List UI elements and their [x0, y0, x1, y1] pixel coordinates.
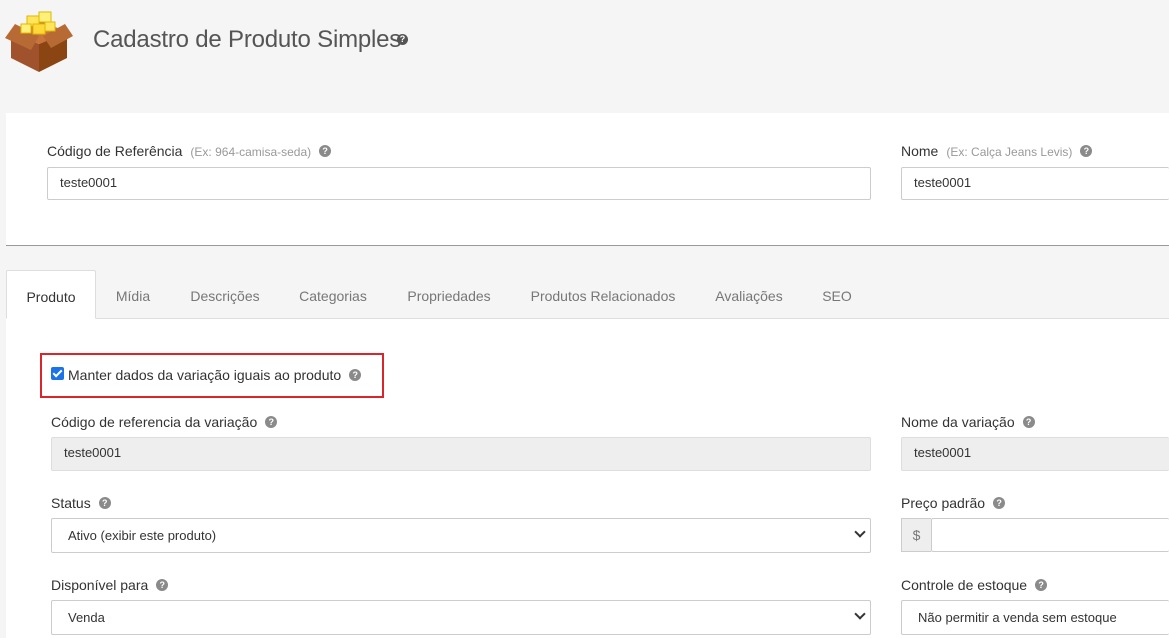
- tab-descricoes[interactable]: Descrições: [178, 270, 272, 318]
- question-circle-icon[interactable]: ?: [349, 369, 362, 382]
- tab-propriedades[interactable]: Propriedades: [394, 270, 504, 318]
- keep-variation-label-text: Manter dados da variação iguais ao produ…: [68, 367, 342, 383]
- available-for-select[interactable]: Venda: [51, 600, 871, 635]
- stock-control-select[interactable]: Não permitir a venda sem estoque: [901, 600, 1169, 635]
- variation-name-label-text: Nome da variação: [901, 414, 1015, 430]
- tab-seo[interactable]: SEO: [812, 270, 862, 318]
- page-header: Cadastro de Produto Simples ?: [0, 0, 1169, 112]
- question-circle-icon[interactable]: ?: [1080, 145, 1093, 158]
- available-for-label: Disponível para?: [51, 577, 169, 593]
- stock-control-label: Controle de estoque?: [901, 577, 1048, 593]
- available-for-label-text: Disponível para: [51, 577, 149, 593]
- variation-ref-label-text: Código de referencia da variação: [51, 414, 258, 430]
- available-for-select-value: Venda: [68, 610, 105, 625]
- question-circle-icon[interactable]: ?: [265, 416, 278, 429]
- name-input[interactable]: teste0001: [901, 167, 1169, 200]
- status-select[interactable]: Ativo (exibir este produto): [51, 518, 871, 553]
- stock-control-label-text: Controle de estoque: [901, 577, 1028, 593]
- question-circle-icon[interactable]: ?: [1022, 416, 1035, 429]
- variation-ref-input[interactable]: teste0001: [51, 437, 871, 471]
- question-circle-icon[interactable]: ?: [156, 579, 169, 592]
- tab-categorias[interactable]: Categorias: [288, 270, 378, 318]
- question-circle-icon[interactable]: ?: [993, 497, 1006, 510]
- variation-name-label: Nome da variação?: [901, 414, 1035, 430]
- name-label: Nome (Ex: Calça Jeans Levis)?: [901, 143, 1093, 159]
- tab-avaliacoes[interactable]: Avaliações: [703, 270, 795, 318]
- variation-ref-label: Código de referencia da variação?: [51, 414, 278, 430]
- status-select-value: Ativo (exibir este produto): [68, 528, 217, 543]
- price-label: Preço padrão?: [901, 495, 1006, 511]
- ref-code-hint: (Ex: 964-camisa-seda): [190, 145, 312, 159]
- chevron-down-icon: [856, 613, 864, 621]
- name-hint: (Ex: Calça Jeans Levis): [946, 145, 1073, 159]
- price-input[interactable]: [931, 518, 1169, 552]
- tab-bar: Produto Mídia Descrições Categorias Prop…: [0, 270, 1169, 319]
- currency-addon: $: [901, 518, 931, 552]
- ref-code-label: Código de Referência (Ex: 964-camisa-seda…: [47, 143, 332, 159]
- price-label-text: Preço padrão: [901, 495, 986, 511]
- chevron-down-icon: [856, 531, 864, 539]
- ref-code-input[interactable]: teste0001: [47, 167, 871, 200]
- variation-name-input[interactable]: teste0001: [901, 437, 1169, 471]
- keep-variation-checkbox[interactable]: [51, 367, 64, 380]
- keep-variation-label: Manter dados da variação iguais ao produ…: [68, 367, 362, 383]
- ref-code-label-text: Código de Referência: [47, 143, 183, 159]
- status-label-text: Status: [51, 495, 91, 511]
- tab-midia[interactable]: Mídia: [104, 270, 162, 318]
- question-circle-icon[interactable]: ?: [397, 34, 408, 45]
- question-circle-icon[interactable]: ?: [1035, 579, 1048, 592]
- product-box-icon: [5, 11, 73, 72]
- question-circle-icon[interactable]: ?: [98, 497, 111, 510]
- tab-produtos-relacionados[interactable]: Produtos Relacionados: [520, 270, 686, 318]
- question-circle-icon[interactable]: ?: [319, 145, 332, 158]
- name-label-text: Nome: [901, 143, 939, 159]
- status-label: Status?: [51, 495, 111, 511]
- tab-produto[interactable]: Produto: [6, 270, 96, 319]
- page-title: Cadastro de Produto Simples: [93, 26, 402, 53]
